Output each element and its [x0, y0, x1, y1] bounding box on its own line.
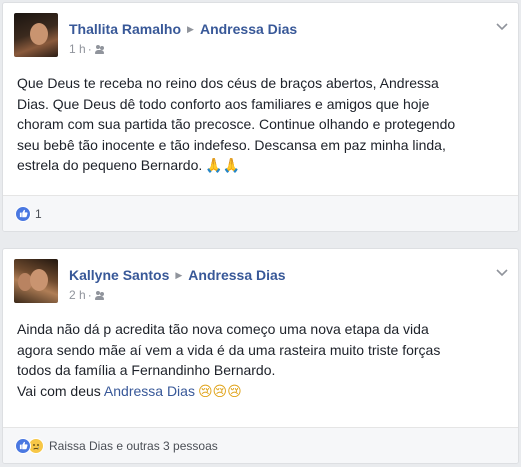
- post-text-line: Vai com deus Andressa Dias 😢😢😢: [17, 381, 505, 403]
- reactions-bar[interactable]: 1: [3, 195, 518, 231]
- reactions-bar[interactable]: Raissa Dias e outras 3 pessoas: [3, 427, 518, 463]
- reaction-names-link[interactable]: Raissa Dias e outras 3 pessoas: [49, 439, 218, 453]
- like-icon: [15, 437, 31, 454]
- post-text-line: agora sendo mãe aí vem a vida é da uma r…: [17, 341, 441, 358]
- target-profile-link[interactable]: Andressa Dias: [200, 21, 297, 37]
- post-text-fragment: estrela do pequeno Bernardo.: [17, 157, 203, 173]
- post-author-line: Kallyne Santos ▶ Andressa Dias: [69, 267, 286, 283]
- post-body: Que Deus te receba no reino dos céus de …: [17, 73, 505, 177]
- post-header: Kallyne Santos ▶ Andressa Dias 2 h ·: [3, 249, 518, 307]
- post-text-line: Ainda não dá p acredita tão nova começo …: [17, 321, 429, 337]
- like-icon: [15, 205, 31, 222]
- post-text-line: choram com sua partida tão precosce. Con…: [17, 116, 456, 132]
- chevron-down-icon[interactable]: [496, 23, 508, 31]
- friends-icon[interactable]: [94, 291, 105, 300]
- post-author-line: Thallita Ramalho ▶ Andressa Dias: [69, 21, 297, 37]
- post-text-line: seu bebê tão inocente e tão indefeso. De…: [17, 136, 446, 153]
- avatar[interactable]: [14, 13, 58, 57]
- author-name-link[interactable]: Kallyne Santos: [69, 267, 169, 283]
- post-text-line: Dias. Que Deus dê todo conforto aos fami…: [17, 95, 430, 112]
- post-text-line: todos da família a Fernandinho Bernardo.: [17, 362, 276, 378]
- triangle-right-icon: ▶: [175, 270, 183, 280]
- triangle-right-icon: ▶: [187, 24, 194, 34]
- reaction-count[interactable]: 1: [35, 207, 42, 221]
- avatar[interactable]: [14, 259, 58, 303]
- feed-post: Thallita Ramalho ▶ Andressa Dias 1 h · Que …: [2, 2, 519, 232]
- post-meta: 2 h ·: [69, 288, 105, 302]
- post-text-line: Que Deus te receba no reino dos céus de …: [17, 75, 439, 91]
- friends-icon[interactable]: [94, 45, 105, 54]
- feed-post: Kallyne Santos ▶ Andressa Dias 2 h · Ainda …: [2, 248, 519, 464]
- avatar-face: [30, 23, 48, 45]
- post-timestamp[interactable]: 2 h: [69, 288, 86, 302]
- post-timestamp[interactable]: 1 h: [69, 42, 86, 56]
- chevron-down-icon[interactable]: [496, 269, 508, 277]
- post-body: Ainda não dá p acredita tão nova começo …: [17, 319, 505, 402]
- crying-face-emoji: 😢😢😢: [197, 383, 242, 400]
- author-name-link[interactable]: Thallita Ramalho: [69, 21, 181, 37]
- separator-dot: ·: [87, 42, 92, 56]
- target-profile-link[interactable]: Andressa Dias: [188, 267, 285, 283]
- post-text-fragment: Vai com deus: [17, 382, 104, 399]
- post-header: Thallita Ramalho ▶ Andressa Dias 1 h ·: [3, 3, 518, 61]
- separator-dot: ·: [87, 288, 92, 302]
- avatar-face: [30, 269, 48, 291]
- post-text-line: estrela do pequeno Bernardo. 🙏🙏: [17, 155, 505, 177]
- praying-hands-emoji: 🙏🙏: [205, 158, 241, 174]
- mention-link[interactable]: Andressa Dias: [104, 383, 195, 399]
- post-meta: 1 h ·: [69, 42, 105, 56]
